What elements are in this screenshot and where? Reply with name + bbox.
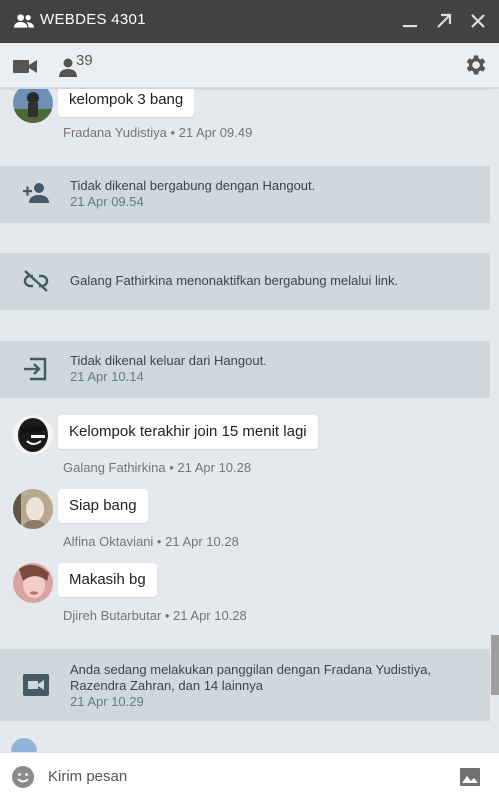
message-bubble[interactable]: kelompok 3 bang xyxy=(58,89,195,117)
compose-bar xyxy=(0,752,499,796)
window-titlebar: WEBDES 4301 xyxy=(0,0,499,43)
event-item: Galang Fathirkina menonaktifkan bergabun… xyxy=(0,253,490,310)
message-bubble[interactable]: Siap bang xyxy=(58,489,148,523)
message-bubble[interactable]: Kelompok terakhir join 15 menit lagi xyxy=(58,415,318,449)
video-call-icon[interactable] xyxy=(12,56,38,76)
scrollbar-thumb[interactable] xyxy=(491,635,499,695)
emoji-icon[interactable] xyxy=(11,765,35,789)
settings-icon[interactable] xyxy=(462,52,488,78)
conversation-toolbar: 39 xyxy=(0,43,499,88)
conversation-title: WEBDES 4301 xyxy=(40,11,146,28)
people-icon xyxy=(59,58,77,77)
popout-icon[interactable] xyxy=(435,12,453,30)
participant-count: 39 xyxy=(76,52,93,69)
event-text: Anda sedang melakukan panggilan dengan F… xyxy=(70,662,432,677)
message-meta: Galang Fathirkina • 21 Apr 10.28 xyxy=(63,460,252,475)
exit-icon xyxy=(24,357,47,381)
event-item: Tidak dikenal keluar dari Hangout. 21 Ap… xyxy=(0,341,490,398)
event-text: Tidak dikenal bergabung dengan Hangout. xyxy=(70,178,316,193)
message-meta: Djireh Butarbutar • 21 Apr 10.28 xyxy=(63,608,247,623)
message-meta: Alfina Oktaviani • 21 Apr 10.28 xyxy=(63,534,239,549)
avatar[interactable] xyxy=(13,89,53,123)
message-meta: Fradana Yudistiya • 21 Apr 09.49 xyxy=(63,125,253,140)
event-time: 21 Apr 09.54 xyxy=(70,194,144,209)
avatar[interactable] xyxy=(13,415,53,455)
avatar[interactable] xyxy=(11,738,37,752)
participants-button[interactable]: 39 xyxy=(58,51,98,79)
message-input[interactable] xyxy=(48,763,438,789)
close-icon[interactable] xyxy=(469,12,487,30)
avatar[interactable] xyxy=(13,563,53,603)
event-item: Tidak dikenal bergabung dengan Hangout. … xyxy=(0,166,490,223)
event-time: 21 Apr 10.29 xyxy=(70,694,144,709)
event-text: Galang Fathirkina menonaktifkan bergabun… xyxy=(70,273,399,288)
person-add-icon xyxy=(23,183,49,203)
message-bubble[interactable]: Makasih bg xyxy=(58,563,157,597)
avatar[interactable] xyxy=(13,489,53,529)
videocam-icon xyxy=(23,674,49,696)
event-text: Tidak dikenal keluar dari Hangout. xyxy=(70,353,267,368)
image-icon[interactable] xyxy=(459,767,481,787)
event-text-line2: Razendra Zahran, dan 14 lainnya xyxy=(70,678,263,693)
event-time: 21 Apr 10.14 xyxy=(70,369,144,384)
event-item: Anda sedang melakukan panggilan dengan F… xyxy=(0,649,490,721)
message-list[interactable]: kelompok 3 bang Fradana Yudistiya • 21 A… xyxy=(0,89,499,752)
group-icon xyxy=(14,14,34,28)
minimize-icon[interactable] xyxy=(401,12,419,30)
link-off-icon xyxy=(23,270,49,292)
